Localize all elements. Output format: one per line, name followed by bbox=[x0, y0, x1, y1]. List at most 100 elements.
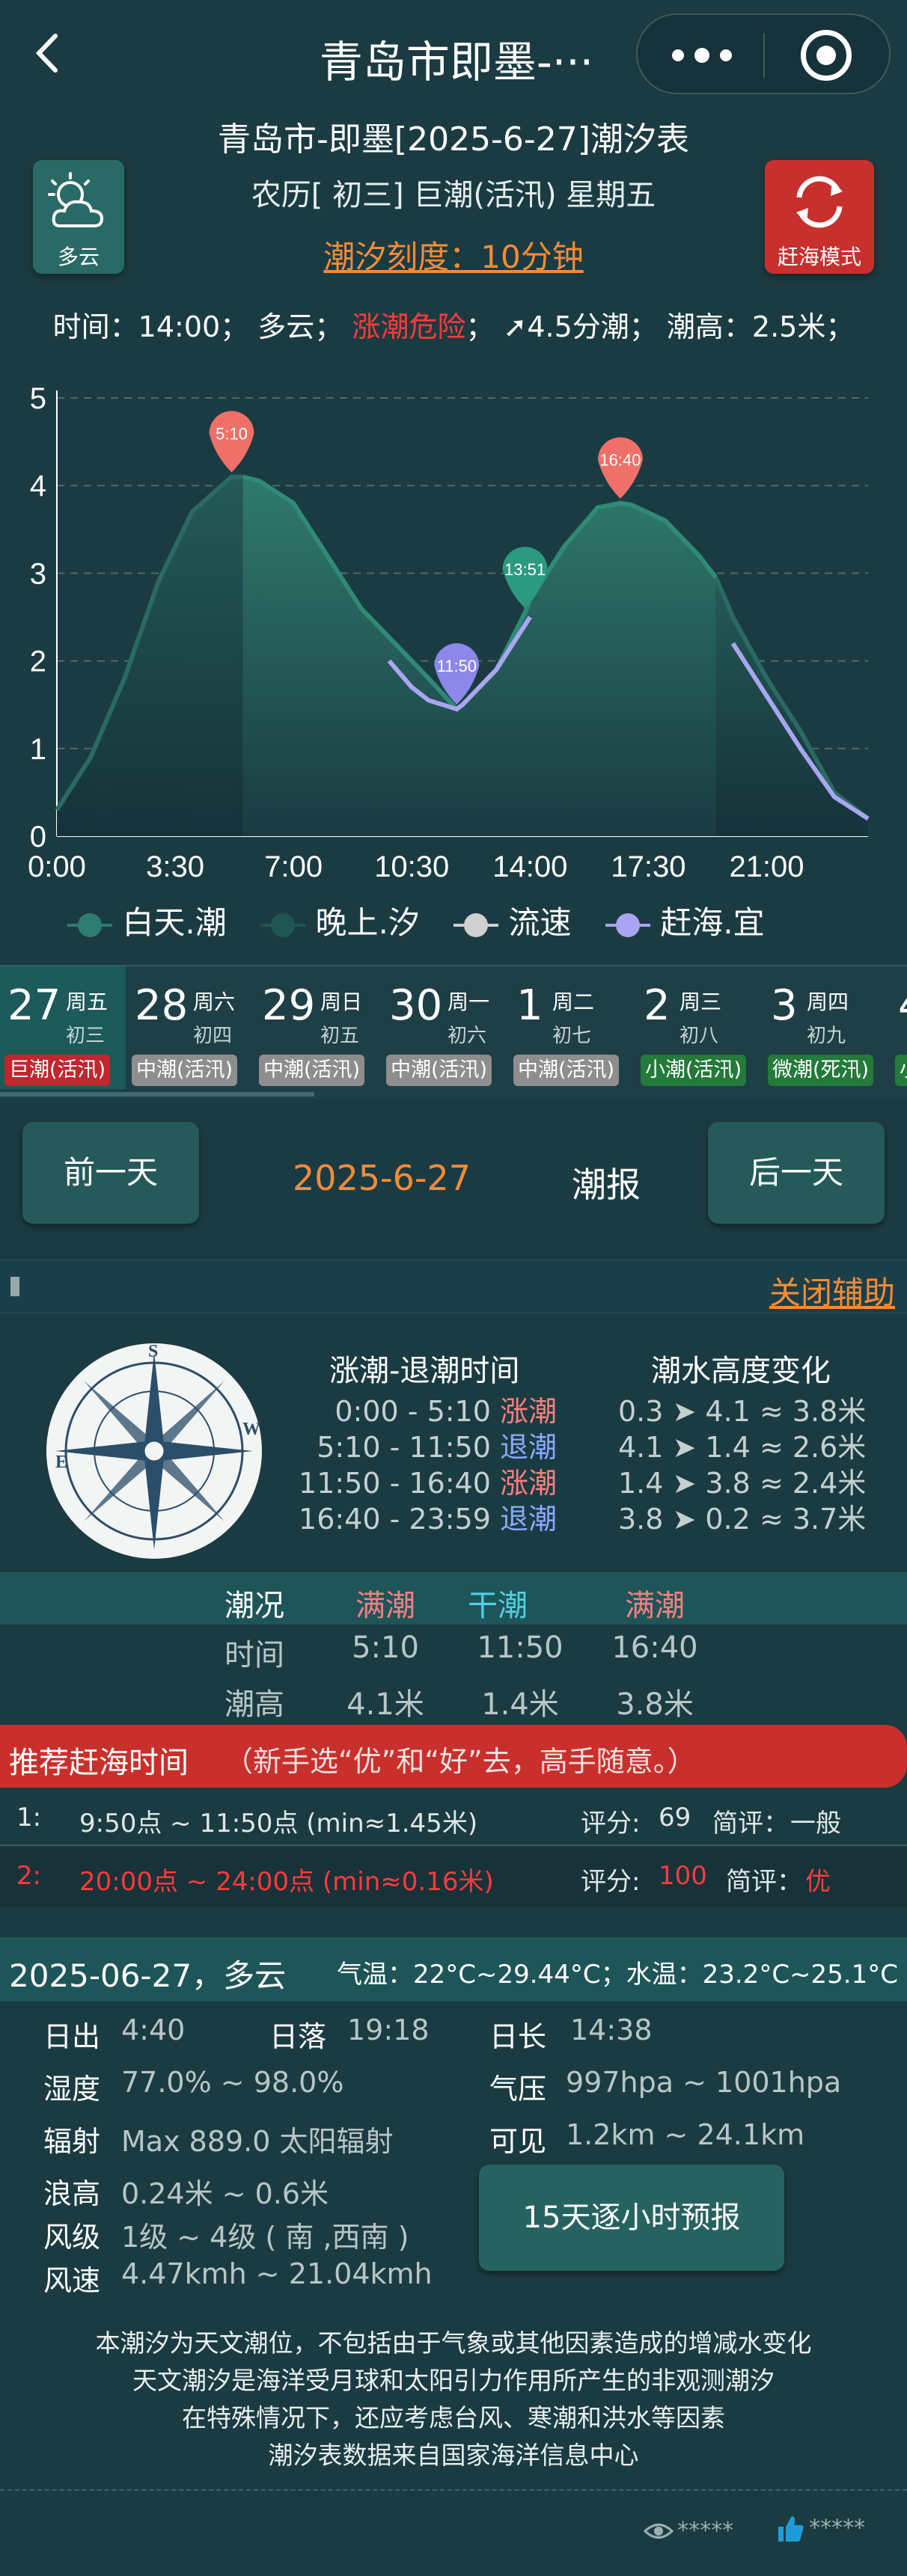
status-flow: ➚4.5分潮； bbox=[503, 310, 658, 343]
pressure-label: 气压 bbox=[489, 2073, 547, 2106]
date-item[interactable]: 30 周一 初六 中潮(活汛) bbox=[382, 966, 507, 1089]
date-item[interactable]: 27 周五 初三 巨潮(活汛) bbox=[0, 966, 126, 1089]
footer-line-4: 潮汐表数据来自国家海洋信息中心 bbox=[268, 2441, 639, 2470]
radiation-value: Max 889.0 太阳辐射 bbox=[121, 2125, 394, 2158]
forecast-button[interactable]: 15天逐小时预报 bbox=[479, 2165, 784, 2271]
views-counter: ***** bbox=[643, 2518, 733, 2548]
recommend-comment-2: 优 bbox=[805, 1867, 831, 1897]
tide-times-title: 涨潮-退潮时间 bbox=[329, 1354, 520, 1388]
tide-tag: 中潮(活汛) bbox=[259, 1055, 365, 1086]
legend-day-swatch bbox=[67, 913, 112, 937]
recommend-time-2: 20:00点 ~ 24:00点 (min≈0.16米) bbox=[79, 1867, 494, 1897]
x-tick-label: 14:00 bbox=[492, 850, 567, 883]
next-day-button[interactable]: 后一天 bbox=[708, 1122, 885, 1224]
date-lunar: 初九 bbox=[807, 1025, 846, 1047]
tide-tag: 小 bbox=[895, 1055, 907, 1086]
date-lunar: 初三 bbox=[66, 1025, 106, 1047]
legend-night-swatch bbox=[260, 913, 306, 937]
tide-marker[interactable]: 5:10 bbox=[209, 411, 254, 473]
date-weekday: 周一 bbox=[448, 990, 490, 1014]
recommend-idx-2: 2: bbox=[16, 1861, 42, 1891]
recommend-title: 推荐赶海时间 bbox=[9, 1746, 189, 1780]
prev-day-button[interactable]: 前一天 bbox=[22, 1122, 199, 1224]
speed-value: 4.47kmh ~ 21.04kmh bbox=[121, 2257, 433, 2290]
status-line: 时间：14:00； 多云； 涨潮危险； ➚4.5分潮； 潮高：2.5米； bbox=[0, 304, 907, 345]
recommend-item-1[interactable]: 1: 9:50点 ~ 11:50点 (min≈1.45米) 评分: 69 简评：… bbox=[0, 1792, 907, 1846]
footer-line-1: 本潮汐为天文潮位，不包括由于气象或其他因素造成的增减水变化 bbox=[95, 2328, 812, 2358]
legend-speed[interactable]: 流速 bbox=[454, 904, 572, 941]
recommend-score-label-1: 评分: bbox=[581, 1809, 641, 1839]
date-item[interactable]: 1 周二 初七 中潮(活汛) bbox=[509, 966, 635, 1089]
tide-report[interactable]: 潮报 bbox=[539, 1158, 674, 1207]
tide-time-1: 5:10 bbox=[352, 1631, 419, 1665]
radiation-label: 辐射 bbox=[43, 2125, 101, 2158]
recommend-note: （新手选“优”和“好”去，高手随意。） bbox=[225, 1745, 696, 1778]
sunrise-label: 日出 bbox=[43, 2020, 101, 2053]
likes-value: ***** bbox=[809, 2515, 866, 2542]
humidity-label: 湿度 bbox=[43, 2073, 101, 2106]
legend-night[interactable]: 晚上.汐 bbox=[260, 904, 420, 941]
date-weekday: 周二 bbox=[552, 990, 595, 1014]
like-button[interactable]: ***** bbox=[775, 2513, 865, 2546]
cloud-sun-icon bbox=[48, 172, 104, 227]
daylen-value: 14:38 bbox=[570, 2014, 653, 2046]
legend-day[interactable]: 白天.潮 bbox=[67, 904, 227, 941]
date-item[interactable]: 29 周日 初五 中潮(活汛) bbox=[254, 966, 380, 1089]
tide-change: 0.3 ➤ 4.1 ≈ 3.8米 bbox=[618, 1395, 867, 1428]
weather-tile[interactable]: 多云 bbox=[33, 160, 124, 274]
date-number: 4 bbox=[898, 981, 907, 1030]
recommend-idx-1: 1: bbox=[16, 1803, 42, 1833]
visibility-label: 可见 bbox=[489, 2125, 547, 2158]
tide-tag: 中潮(活汛) bbox=[513, 1055, 620, 1086]
y-tick-label: 5 bbox=[30, 382, 46, 415]
strip-scrollbar[interactable] bbox=[0, 1092, 314, 1097]
date-item[interactable]: 3 周四 初九 微潮(死汛) bbox=[763, 966, 889, 1089]
recommend-item-2[interactable]: 2: 20:00点 ~ 24:00点 (min≈0.16米) 评分: 100 简… bbox=[0, 1847, 907, 1907]
assist-bar: 关闭辅助 bbox=[0, 1260, 907, 1313]
tide-range: 0:00 - 5:10 bbox=[335, 1395, 500, 1428]
legend-catch[interactable]: 赶海.宜 bbox=[605, 904, 765, 941]
thumbs-up-icon bbox=[778, 2516, 804, 2542]
tide-table-height-row: 潮高 4.1米 1.4米 3.8米 bbox=[0, 1680, 907, 1725]
footer-divider bbox=[0, 2489, 907, 2491]
tide-range-row: 11:50 - 16:40 涨潮 bbox=[299, 1460, 557, 1501]
tide-type: 退潮 bbox=[499, 1503, 557, 1536]
tide-marker[interactable]: 16:40 bbox=[597, 437, 643, 499]
tide-type: 退潮 bbox=[499, 1431, 557, 1464]
x-tick-label: 17:30 bbox=[611, 850, 685, 883]
legend-catch-swatch bbox=[605, 913, 650, 937]
date-item[interactable]: 4小 bbox=[891, 966, 907, 1089]
tide-range-row: 16:40 - 23:59 退潮 bbox=[299, 1496, 557, 1537]
status-height: 潮高：2.5米； bbox=[666, 310, 855, 343]
tide-time-2: 11:50 bbox=[477, 1631, 564, 1665]
tide-tag: 小潮(活汛) bbox=[641, 1055, 747, 1086]
tide-marker-label: 11:50 bbox=[437, 657, 477, 675]
date-item[interactable]: 2 周三 初八 小潮(活汛) bbox=[636, 966, 762, 1089]
status-danger: 涨潮危险 bbox=[352, 310, 466, 343]
eye-icon bbox=[643, 2523, 674, 2539]
close-assist-link[interactable]: 关闭辅助 bbox=[769, 1268, 895, 1313]
date-lunar: 初六 bbox=[448, 1025, 487, 1047]
date-item[interactable]: 28 周六 初四 中潮(活汛) bbox=[127, 966, 253, 1089]
back-button[interactable] bbox=[22, 27, 75, 79]
target-icon bbox=[801, 30, 852, 81]
tide-chart: 0 1 2 3 4 5 0:00 3:30 7:00 10:30 14:00 17:30 21:00 5:… bbox=[28, 382, 870, 883]
date-lunar: 初五 bbox=[320, 1025, 360, 1047]
more-button[interactable] bbox=[638, 15, 763, 93]
date-strip[interactable]: 27 周五 初三 巨潮(活汛) 28 周六 初四 中潮(活汛) 29 周日 初五 中潮(活汛) 30 周一… bbox=[0, 965, 907, 1100]
recommend-comment-label-1: 简评： bbox=[712, 1809, 789, 1839]
wave-value: 0.24米 ~ 0.6米 bbox=[121, 2177, 329, 2210]
legend-night-label: 晚上.汐 bbox=[315, 904, 420, 941]
tide-time-label: 时间 bbox=[225, 1638, 284, 1672]
status-sep: ； bbox=[465, 310, 495, 343]
date-number: 30 bbox=[389, 981, 443, 1030]
visibility-value: 1.2km ~ 24.1km bbox=[566, 2118, 805, 2151]
chevron-left-icon bbox=[35, 34, 58, 73]
date-number: 3 bbox=[771, 981, 798, 1030]
tide-type: 涨潮 bbox=[499, 1467, 557, 1500]
pressure-value: 997hpa ~ 1001hpa bbox=[566, 2066, 842, 2099]
close-button[interactable] bbox=[765, 15, 891, 93]
tide-height-2: 1.4米 bbox=[481, 1687, 559, 1722]
sunset-value: 19:18 bbox=[347, 2014, 430, 2046]
mode-tile[interactable]: 赶海模式 bbox=[765, 160, 874, 274]
